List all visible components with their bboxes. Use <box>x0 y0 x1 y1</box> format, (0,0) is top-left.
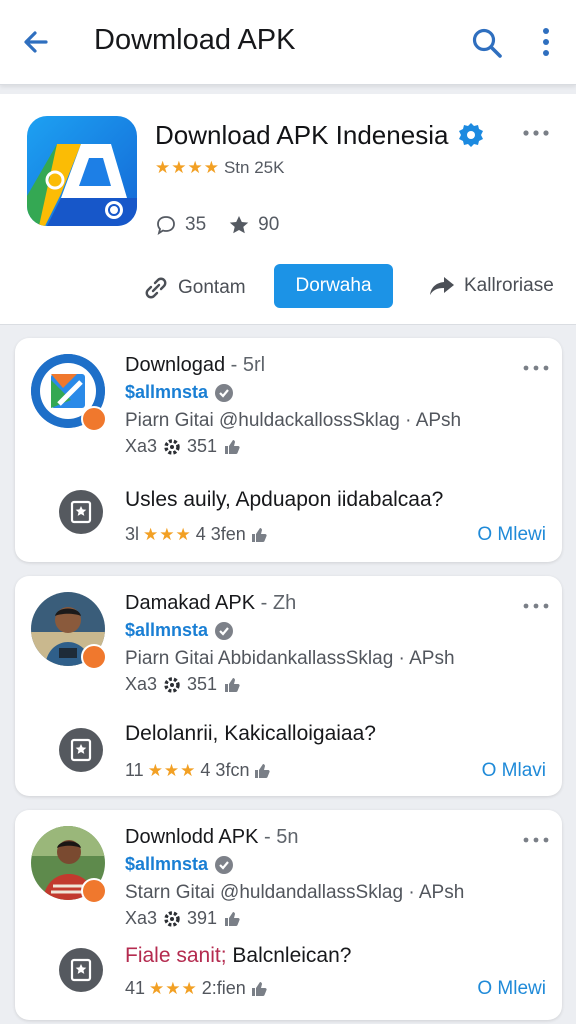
count-value: 351 <box>187 436 218 456</box>
handle-text: $allmnsta <box>125 854 209 874</box>
gear-icon <box>164 438 180 455</box>
link-icon <box>145 277 167 299</box>
app-bar: Dowmload APK <box>0 0 576 85</box>
question-stars: ★★★ <box>149 978 198 998</box>
page-title: Dowmload APK <box>94 24 296 56</box>
stats-row: 35 90 <box>155 214 279 236</box>
handle-text: $allmnsta <box>125 620 209 640</box>
question-meta: 41 ★★★ 2:fien <box>125 978 268 999</box>
verified-badge-icon <box>215 621 234 640</box>
post-counts: Xa3 351 <box>125 674 241 695</box>
count-prefix: Xa3 <box>125 908 158 928</box>
count-prefix: Xa3 <box>125 436 158 456</box>
favorite-count: 90 <box>258 214 280 235</box>
comment-count: 35 <box>185 214 207 235</box>
question-extra: 4 3fen <box>195 524 246 544</box>
verified-badge-icon <box>215 383 234 402</box>
gear-icon <box>164 676 180 693</box>
app-name: Download APK Indenesia <box>155 120 449 150</box>
post-title: Damakad APK - Zh <box>125 592 296 615</box>
gear-icon <box>164 910 180 927</box>
question-extra: 4 3fcn <box>200 760 250 780</box>
question-star-icon <box>59 728 103 772</box>
comment-icon <box>157 216 175 235</box>
count-prefix: Xa3 <box>125 674 158 694</box>
gontam-action[interactable]: Gontam <box>142 274 246 302</box>
thumbs-up-icon[interactable] <box>223 910 241 928</box>
avatar-badge <box>81 878 107 904</box>
post-time: - 5rl <box>225 354 266 376</box>
post-card[interactable]: Downlogad - 5rl $allmnsta Piarn Gitai @h… <box>15 338 562 562</box>
question-meta: 3l ★★★ 4 3fen <box>125 524 268 545</box>
post-title: Downlodd APK - 5n <box>125 826 298 849</box>
question-body: Balcnleican? <box>226 944 352 967</box>
question-body: Delolanrii, Kakicalloigaiaa? <box>125 722 376 745</box>
question-text: Fiale sanit; Balcnleican? <box>125 944 351 968</box>
question-stars: ★★★ <box>143 524 192 544</box>
post-handle[interactable]: $allmnsta <box>125 620 234 641</box>
rating-stars: ★★★★ <box>155 158 220 177</box>
question-count: 11 <box>125 760 144 780</box>
question-star-icon <box>59 948 103 992</box>
question-extra: 2:fien <box>201 978 246 998</box>
share-arrow-icon <box>430 277 454 295</box>
view-link[interactable]: O Mlavi <box>482 760 546 782</box>
thumbs-up-icon[interactable] <box>223 438 241 456</box>
count-value: 351 <box>187 674 218 694</box>
question-count: 3l <box>125 524 140 544</box>
count-value: 391 <box>187 908 218 928</box>
handle-text: $allmnsta <box>125 382 209 402</box>
thumbs-up-icon[interactable] <box>253 762 271 780</box>
more-horizontal-icon[interactable] <box>523 364 549 372</box>
thumbs-up-icon[interactable] <box>250 980 268 998</box>
post-subline: Piarn Gitai @huldackallossSklag · APsh <box>125 410 462 431</box>
post-title-text: Downlogad <box>125 354 226 376</box>
app-logo-icon <box>27 116 137 226</box>
share-label: Kallroriase <box>464 275 554 296</box>
avatar-badge <box>81 644 107 670</box>
rating-text: Stn 25K <box>223 158 285 177</box>
more-horizontal-icon[interactable] <box>523 602 549 610</box>
action-row: Gontam Dorwaha Kallroriase <box>0 264 576 310</box>
verified-badge-icon <box>459 123 483 147</box>
avatar-badge <box>81 406 107 432</box>
star-icon <box>229 216 249 234</box>
post-subline: Piarn Gitai AbbidankallassSklag · APsh <box>125 648 455 669</box>
post-title: Downlogad - 5rl <box>125 354 265 377</box>
post-time: - 5n <box>258 826 299 848</box>
view-link[interactable]: O Mlewi <box>477 524 546 546</box>
question-star-icon <box>59 490 103 534</box>
thumbs-up-icon[interactable] <box>223 676 241 694</box>
back-arrow-icon[interactable] <box>20 26 52 58</box>
gontam-label: Gontam <box>178 277 246 298</box>
more-horizontal-icon[interactable] <box>523 836 549 844</box>
question-meta: 11 ★★★ 4 3fcn <box>125 760 271 781</box>
post-counts: Xa3 391 <box>125 908 241 929</box>
more-vertical-icon[interactable] <box>532 26 560 58</box>
view-link[interactable]: O Mlewi <box>477 978 546 1000</box>
question-text: Usles auily, Apduapon iidabalcaa? <box>125 488 443 512</box>
question-text: Delolanrii, Kakicalloigaiaa? <box>125 722 376 746</box>
post-subline: Starn Gitai @huldandallassSklag · APsh <box>125 882 465 903</box>
post-handle[interactable]: $allmnsta <box>125 854 234 875</box>
post-title-text: Damakad APK <box>125 592 256 614</box>
question-count: 41 <box>125 978 146 998</box>
search-icon[interactable] <box>470 26 504 60</box>
post-time: - Zh <box>255 592 297 614</box>
post-counts: Xa3 351 <box>125 436 241 457</box>
question-stars: ★★★ <box>147 760 197 780</box>
thumbs-up-icon[interactable] <box>250 526 268 544</box>
question-body: Usles auily, Apduapon iidabalcaa? <box>125 488 444 511</box>
share-action[interactable]: Kallroriase <box>428 274 554 298</box>
post-title-text: Downlodd APK <box>125 826 259 848</box>
rating-row: ★★★★ Stn 25K <box>155 158 284 178</box>
download-button[interactable]: Dorwaha <box>274 264 393 308</box>
post-handle[interactable]: $allmnsta <box>125 382 234 403</box>
post-card[interactable]: Downlodd APK - 5n $allmnsta Starn Gitai … <box>15 810 562 1020</box>
question-accent: Fiale sanit; <box>125 944 227 967</box>
app-header-card: Download APK Indenesia ★★★★ Stn 25K 35 9… <box>0 94 576 325</box>
more-horizontal-icon[interactable] <box>522 128 550 138</box>
verified-badge-icon <box>215 855 234 874</box>
post-card[interactable]: Damakad APK - Zh $allmnsta Piarn Gitai A… <box>15 576 562 796</box>
